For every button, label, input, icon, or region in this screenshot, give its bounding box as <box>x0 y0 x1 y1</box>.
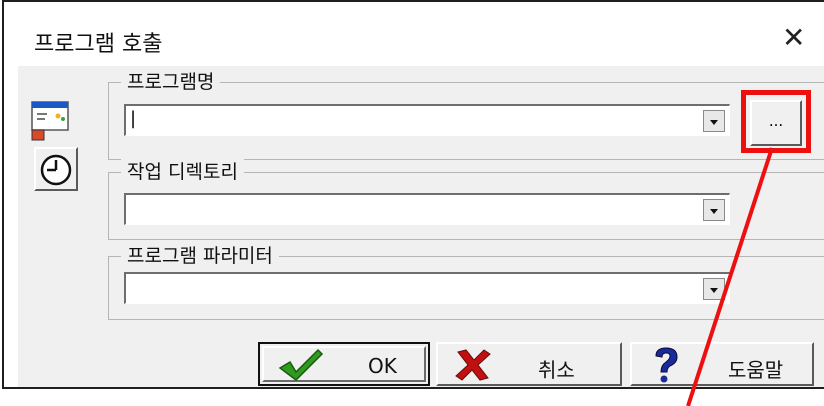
annotation-arrow <box>686 147 774 406</box>
